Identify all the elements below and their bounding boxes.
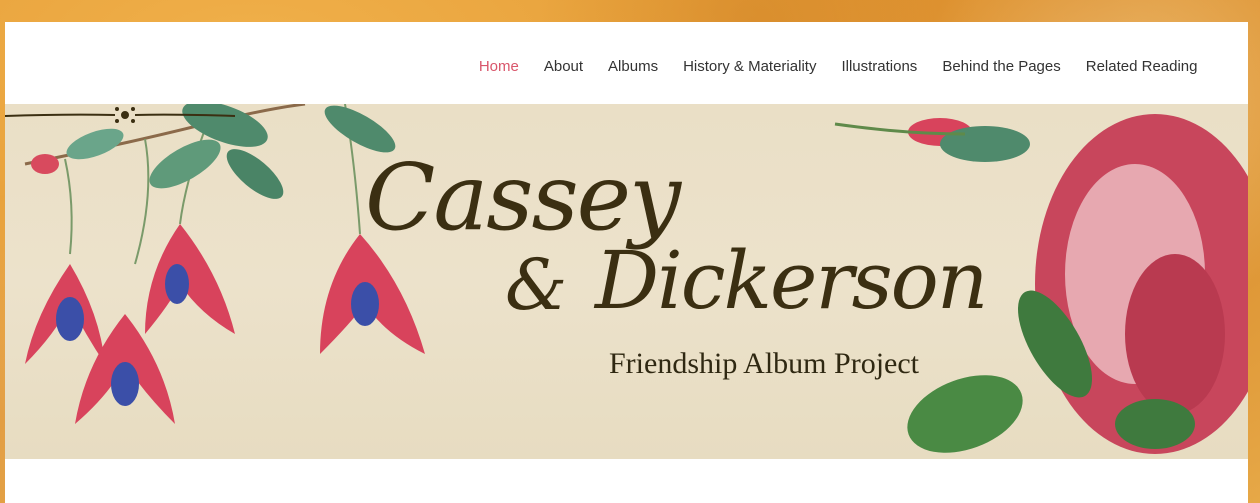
- nav-history-materiality[interactable]: History & Materiality: [671, 58, 829, 75]
- header-banner[interactable]: Cassey & Dickerson Friendship Album Proj…: [5, 104, 1248, 459]
- banner-title-line2: Dickerson: [595, 234, 988, 327]
- nav-albums[interactable]: Albums: [596, 58, 671, 75]
- banner-subtitle: Friendship Album Project: [609, 347, 919, 380]
- nav-related-reading[interactable]: Related Reading: [1073, 58, 1210, 75]
- nav-behind-the-pages[interactable]: Behind the Pages: [930, 58, 1073, 75]
- nav-about[interactable]: About: [531, 58, 595, 75]
- main-navigation: Home About Albums History & Materiality …: [466, 58, 1210, 75]
- nav-illustrations[interactable]: Illustrations: [829, 58, 930, 75]
- nav-home[interactable]: Home: [466, 58, 531, 75]
- floral-flourish-icon: [5, 107, 235, 123]
- page-container: Home About Albums History & Materiality …: [5, 22, 1248, 503]
- banner-title-ampersand: &: [505, 244, 568, 326]
